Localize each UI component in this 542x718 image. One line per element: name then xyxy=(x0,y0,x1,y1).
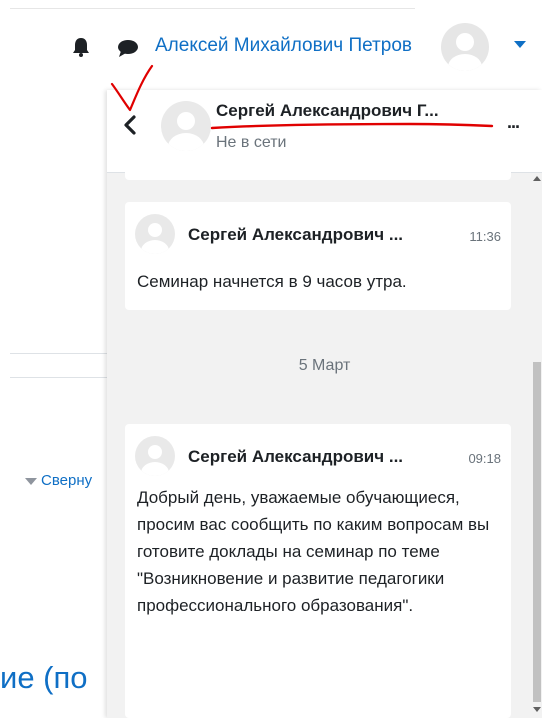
page-divider xyxy=(10,377,107,378)
chat-icon[interactable] xyxy=(116,37,140,59)
scrollbar[interactable] xyxy=(532,172,542,718)
message-time: 11:36 xyxy=(469,229,501,244)
message-text: Добрый день, уважаемые обучающиеся, прос… xyxy=(137,488,490,615)
avatar-placeholder-icon xyxy=(448,33,482,71)
chevron-left-icon[interactable] xyxy=(121,114,139,136)
section-heading: ие (по xyxy=(0,660,88,695)
sender-avatar xyxy=(135,214,175,254)
user-avatar[interactable] xyxy=(441,23,489,71)
collapse-all-link[interactable]: Сверну xyxy=(25,472,92,489)
user-menu-name[interactable]: Алексей Михайлович Петров xyxy=(155,35,412,57)
navbar-divider xyxy=(10,8,415,9)
conversation-header: Сергей Александрович Г... Не в сети ... xyxy=(107,90,542,173)
contact-name[interactable]: Сергей Александрович Г... xyxy=(216,101,506,121)
message-author: Сергей Александрович ... xyxy=(188,225,404,244)
message-time: 09:18 xyxy=(468,451,501,466)
message-drawer: Сергей Александрович Г... Не в сети ... … xyxy=(107,90,542,718)
contact-avatar[interactable] xyxy=(161,101,211,151)
top-navbar: Алексей Михайлович Петров xyxy=(0,0,542,90)
previous-message-edge xyxy=(125,172,511,180)
more-options-button[interactable]: ... xyxy=(507,112,520,133)
avatar-placeholder-icon xyxy=(141,445,169,476)
chevron-down-icon[interactable] xyxy=(514,41,526,48)
triangle-down-icon xyxy=(25,477,37,485)
message-card: Сергей Александрович ... 11:36 Семинар н… xyxy=(125,202,511,310)
bell-icon[interactable] xyxy=(70,36,92,58)
contact-status: Не в сети xyxy=(216,134,287,151)
page-divider xyxy=(10,353,107,354)
sender-avatar xyxy=(135,436,175,476)
scroll-thumb[interactable] xyxy=(533,362,541,702)
message-text: Семинар начнется в 9 часов утра. xyxy=(137,272,407,291)
date-separator: 5 Март xyxy=(298,357,351,374)
scroll-down-arrow-icon[interactable] xyxy=(533,707,541,712)
collapse-link-label: Сверну xyxy=(41,472,93,489)
message-card: Сергей Александрович ... 09:18 Добрый де… xyxy=(125,424,511,718)
avatar-placeholder-icon xyxy=(168,112,204,151)
scroll-up-arrow-icon[interactable] xyxy=(533,176,541,181)
message-author: Сергей Александрович ... xyxy=(188,447,404,466)
avatar-placeholder-icon xyxy=(141,223,169,254)
